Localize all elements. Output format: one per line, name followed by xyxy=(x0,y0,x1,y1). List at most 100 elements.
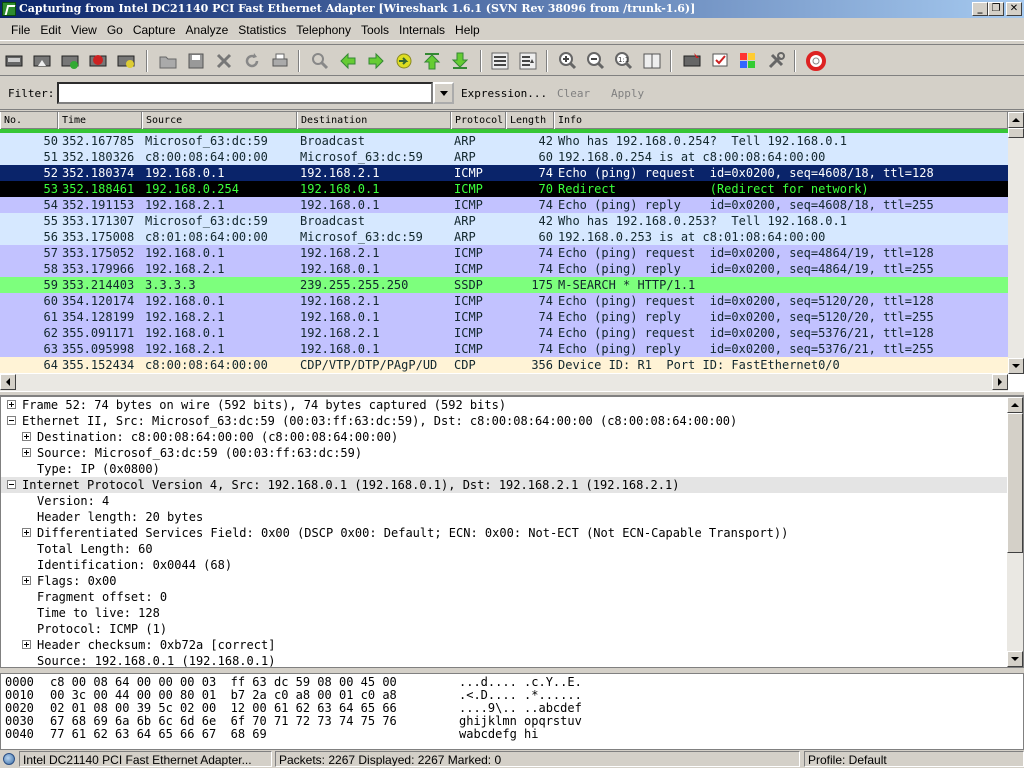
status-profile[interactable]: Profile: Default xyxy=(804,751,1024,767)
collapse-icon[interactable] xyxy=(7,480,16,489)
scroll-thumb[interactable] xyxy=(1007,413,1023,553)
detail-row[interactable]: Time to live: 128 xyxy=(1,605,1023,621)
column-header-destination[interactable]: Destination xyxy=(297,112,451,129)
scroll-right-button[interactable] xyxy=(992,374,1008,390)
packet-row[interactable]: 53 352.188461 192.168.0.254 192.168.0.1 ICMP… xyxy=(0,181,1008,197)
expand-icon[interactable] xyxy=(22,432,31,441)
close-file-icon[interactable] xyxy=(214,51,234,71)
go-to-packet-icon[interactable] xyxy=(394,51,414,71)
zoom-in-icon[interactable] xyxy=(558,51,578,71)
clear-button[interactable]: Clear xyxy=(557,87,590,100)
help-icon[interactable] xyxy=(806,51,826,71)
find-icon[interactable] xyxy=(310,51,330,71)
detail-row[interactable]: Destination: c8:00:08:64:00:00 (c8:00:08… xyxy=(1,429,1023,445)
detail-row[interactable]: Identification: 0x0044 (68) xyxy=(1,557,1023,573)
detail-row[interactable]: Header checksum: 0xb72a [correct] xyxy=(1,637,1023,653)
display-filters-icon[interactable] xyxy=(710,51,730,71)
menu-help[interactable]: Help xyxy=(450,19,485,41)
start-capture-icon[interactable] xyxy=(60,51,80,71)
packet-row[interactable]: 61 354.128199 192.168.2.1 192.168.0.1 ICMP 74… xyxy=(0,309,1008,325)
colorize-icon[interactable] xyxy=(490,51,510,71)
restart-capture-icon[interactable] xyxy=(116,51,136,71)
interface-list-icon[interactable] xyxy=(4,51,24,71)
packet-list-hscroll[interactable] xyxy=(0,374,1008,391)
detail-row[interactable]: Ethernet II, Src: Microsof_63:dc:59 (00:… xyxy=(1,413,1023,429)
expression-button[interactable]: Expression... xyxy=(461,87,547,100)
expand-icon[interactable] xyxy=(7,400,16,409)
detail-row[interactable]: Version: 4 xyxy=(1,493,1023,509)
go-back-icon[interactable] xyxy=(338,51,358,71)
auto-scroll-icon[interactable] xyxy=(518,51,538,71)
filter-input[interactable] xyxy=(57,82,433,104)
scroll-down-button[interactable] xyxy=(1007,651,1023,667)
detail-row[interactable]: Fragment offset: 0 xyxy=(1,589,1023,605)
packet-row[interactable]: 51 352.180326 c8:00:08:64:00:00 Microsof_63… xyxy=(0,149,1008,165)
packet-row[interactable]: 50 352.167785 Microsof_63:dc:59 Broadcast AR… xyxy=(0,133,1008,149)
packet-list-vscroll[interactable] xyxy=(1008,112,1024,374)
column-header-info[interactable]: Info xyxy=(554,112,1008,129)
reload-icon[interactable] xyxy=(242,51,262,71)
scroll-left-button[interactable] xyxy=(0,374,16,390)
go-first-icon[interactable] xyxy=(422,51,442,71)
detail-row[interactable]: Header length: 20 bytes xyxy=(1,509,1023,525)
column-header-no[interactable]: No. xyxy=(0,112,58,129)
column-header-protocol[interactable]: Protocol xyxy=(451,112,506,129)
packet-row[interactable]: 55 353.171307 Microsof_63:dc:59 Broadcast AR… xyxy=(0,213,1008,229)
packet-row[interactable]: 63 355.095998 192.168.2.1 192.168.0.1 ICMP 74… xyxy=(0,341,1008,357)
expand-icon[interactable] xyxy=(22,576,31,585)
menu-analyze[interactable]: Analyze xyxy=(181,19,234,41)
expand-icon[interactable] xyxy=(22,448,31,457)
apply-button[interactable]: Apply xyxy=(611,87,644,100)
menu-edit[interactable]: Edit xyxy=(35,19,66,41)
detail-row[interactable]: Flags: 0x00 xyxy=(1,573,1023,589)
detail-row[interactable]: Type: IP (0x0800) xyxy=(1,461,1023,477)
menu-tools[interactable]: Tools xyxy=(356,19,394,41)
packet-row[interactable]: 60 354.120174 192.168.0.1 192.168.2.1 ICMP 74… xyxy=(0,293,1008,309)
detail-row[interactable]: Source: 192.168.0.1 (192.168.0.1) xyxy=(1,653,1023,669)
detail-row[interactable]: Total Length: 60 xyxy=(1,541,1023,557)
expert-info-icon[interactable] xyxy=(3,753,15,765)
column-header-time[interactable]: Time xyxy=(58,112,142,129)
detail-row[interactable]: Differentiated Services Field: 0x00 (DSC… xyxy=(1,525,1023,541)
packet-row[interactable]: 57 353.175052 192.168.0.1 192.168.2.1 ICMP 74… xyxy=(0,245,1008,261)
scroll-up-button[interactable] xyxy=(1008,112,1024,128)
capture-options-icon[interactable] xyxy=(32,51,52,71)
detail-row[interactable]: Internet Protocol Version 4, Src: 192.16… xyxy=(1,477,1007,493)
capture-filters-icon[interactable] xyxy=(682,51,702,71)
zoom-normal-icon[interactable]: 1:1 xyxy=(614,51,634,71)
zoom-out-icon[interactable] xyxy=(586,51,606,71)
menu-capture[interactable]: Capture xyxy=(128,19,181,41)
menu-internals[interactable]: Internals xyxy=(394,19,450,41)
coloring-rules-icon[interactable] xyxy=(738,51,758,71)
scroll-up-button[interactable] xyxy=(1007,397,1023,413)
collapse-icon[interactable] xyxy=(7,416,16,425)
print-icon[interactable] xyxy=(270,51,290,71)
open-file-icon[interactable] xyxy=(158,51,178,71)
maximize-button[interactable]: ❐ xyxy=(988,2,1004,16)
column-header-source[interactable]: Source xyxy=(142,112,297,129)
stop-capture-icon[interactable] xyxy=(88,51,108,71)
menu-go[interactable]: Go xyxy=(102,19,128,41)
filter-dropdown-button[interactable] xyxy=(433,82,454,104)
close-button[interactable]: ✕ xyxy=(1006,2,1022,16)
scroll-down-button[interactable] xyxy=(1008,358,1024,374)
preferences-icon[interactable] xyxy=(766,51,786,71)
detail-row[interactable]: Protocol: ICMP (1) xyxy=(1,621,1023,637)
expand-icon[interactable] xyxy=(22,528,31,537)
minimize-button[interactable]: _ xyxy=(972,2,988,16)
menu-view[interactable]: View xyxy=(66,19,102,41)
scroll-thumb[interactable] xyxy=(1008,128,1024,138)
packet-row[interactable]: 59 353.214403 3.3.3.3 239.255.255.250 SSDP 17… xyxy=(0,277,1008,293)
hexdump-row[interactable]: 0040 77 61 62 63 64 65 66 67 68 69 wabcdef… xyxy=(1,728,1023,741)
resize-columns-icon[interactable] xyxy=(642,51,662,71)
detail-row[interactable]: Source: Microsof_63:dc:59 (00:03:ff:63:d… xyxy=(1,445,1023,461)
save-file-icon[interactable] xyxy=(186,51,206,71)
menu-file[interactable]: File xyxy=(6,19,35,41)
detail-row[interactable]: Frame 52: 74 bytes on wire (592 bits), 7… xyxy=(1,397,1023,413)
packet-row[interactable]: 56 353.175008 c8:01:08:64:00:00 Microsof_63… xyxy=(0,229,1008,245)
column-header-length[interactable]: Length xyxy=(506,112,554,129)
packet-row[interactable]: 64 355.152434 c8:00:08:64:00:00 CDP/VTP/DTP… xyxy=(0,357,1008,373)
menu-telephony[interactable]: Telephony xyxy=(291,19,356,41)
menu-statistics[interactable]: Statistics xyxy=(233,19,291,41)
go-last-icon[interactable] xyxy=(450,51,470,71)
